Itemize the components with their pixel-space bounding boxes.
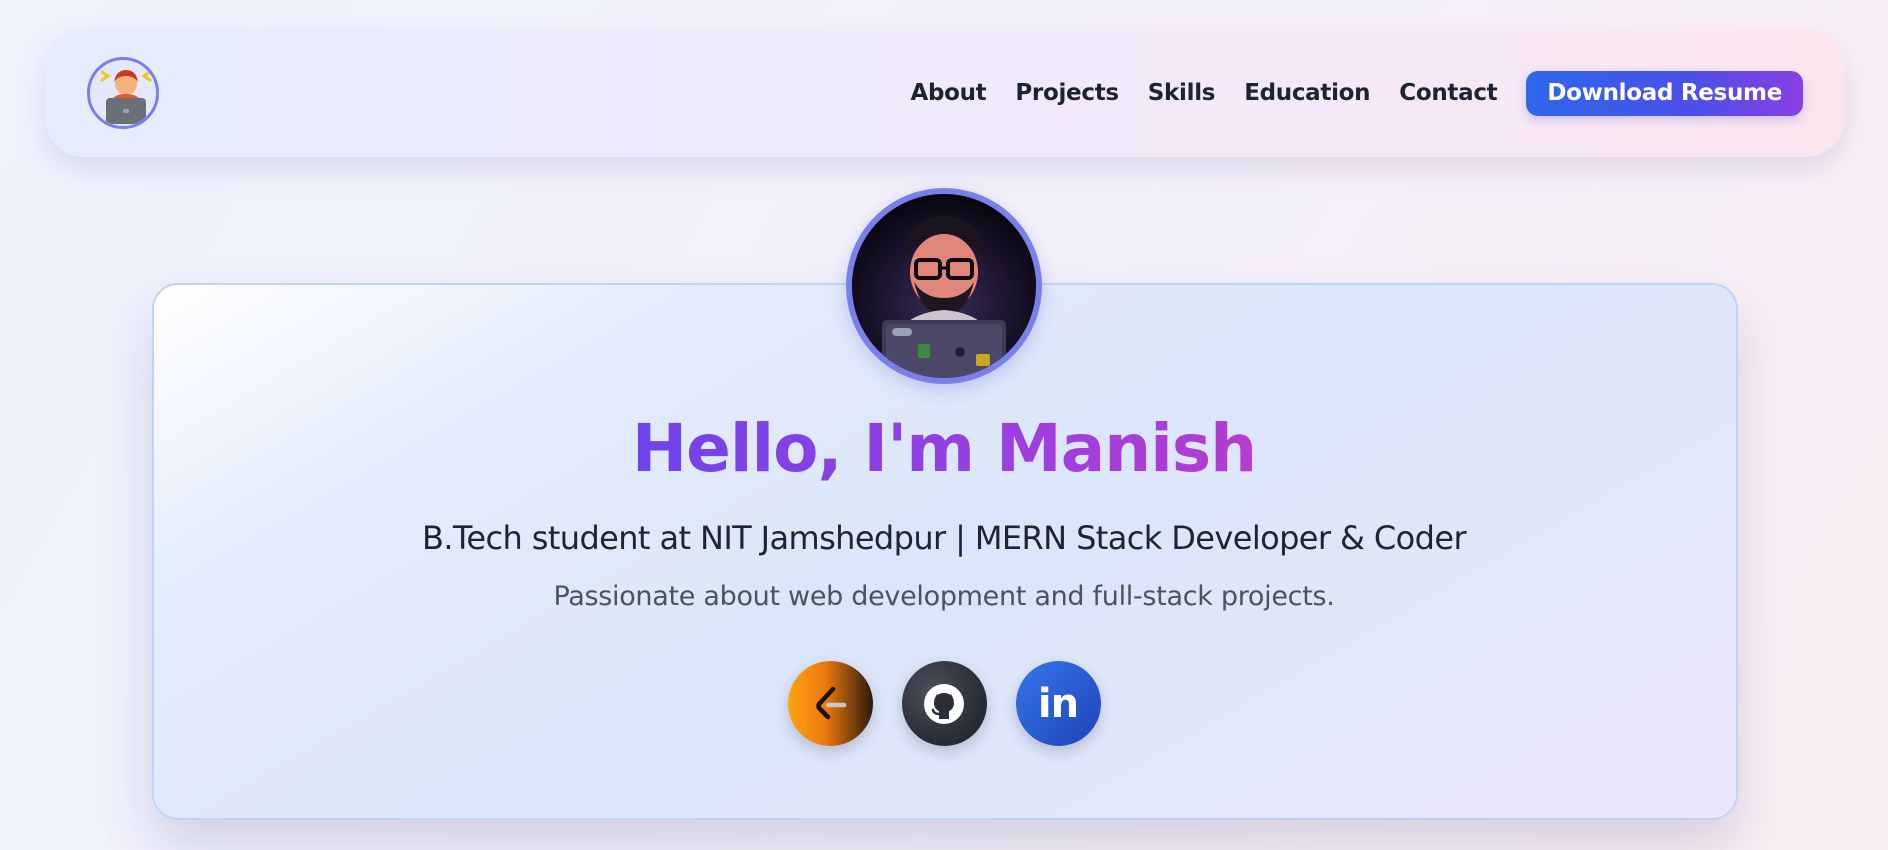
developer-avatar-portrait xyxy=(846,188,1042,384)
social-links: in xyxy=(0,661,1888,746)
hero-subtitle: B.Tech student at NIT Jamshedpur | MERN … xyxy=(421,519,1467,557)
download-resume-button[interactable]: Download Resume xyxy=(1526,70,1803,116)
linkedin-link[interactable]: in xyxy=(1015,661,1101,746)
navbar: About Projects Skills Education Contact … xyxy=(45,29,1845,157)
nav-link-contact[interactable]: Contact xyxy=(1399,80,1497,106)
nav-link-projects[interactable]: Projects xyxy=(1015,80,1119,106)
developer-avatar-logo-icon[interactable] xyxy=(87,57,159,129)
leetcode-link[interactable] xyxy=(787,661,873,746)
github-link[interactable] xyxy=(901,661,987,746)
hero-title: Hello, I'm Manish xyxy=(631,410,1257,487)
nav-link-skills[interactable]: Skills xyxy=(1148,80,1216,106)
nav-link-about[interactable]: About xyxy=(910,80,986,106)
linkedin-icon: in xyxy=(1037,680,1079,727)
nav-link-education[interactable]: Education xyxy=(1244,80,1370,106)
leetcode-icon xyxy=(808,682,852,726)
hero-tagline: Passionate about web development and ful… xyxy=(553,581,1335,612)
github-icon xyxy=(921,681,967,727)
nav-links: About Projects Skills Education Contact … xyxy=(910,29,1803,157)
